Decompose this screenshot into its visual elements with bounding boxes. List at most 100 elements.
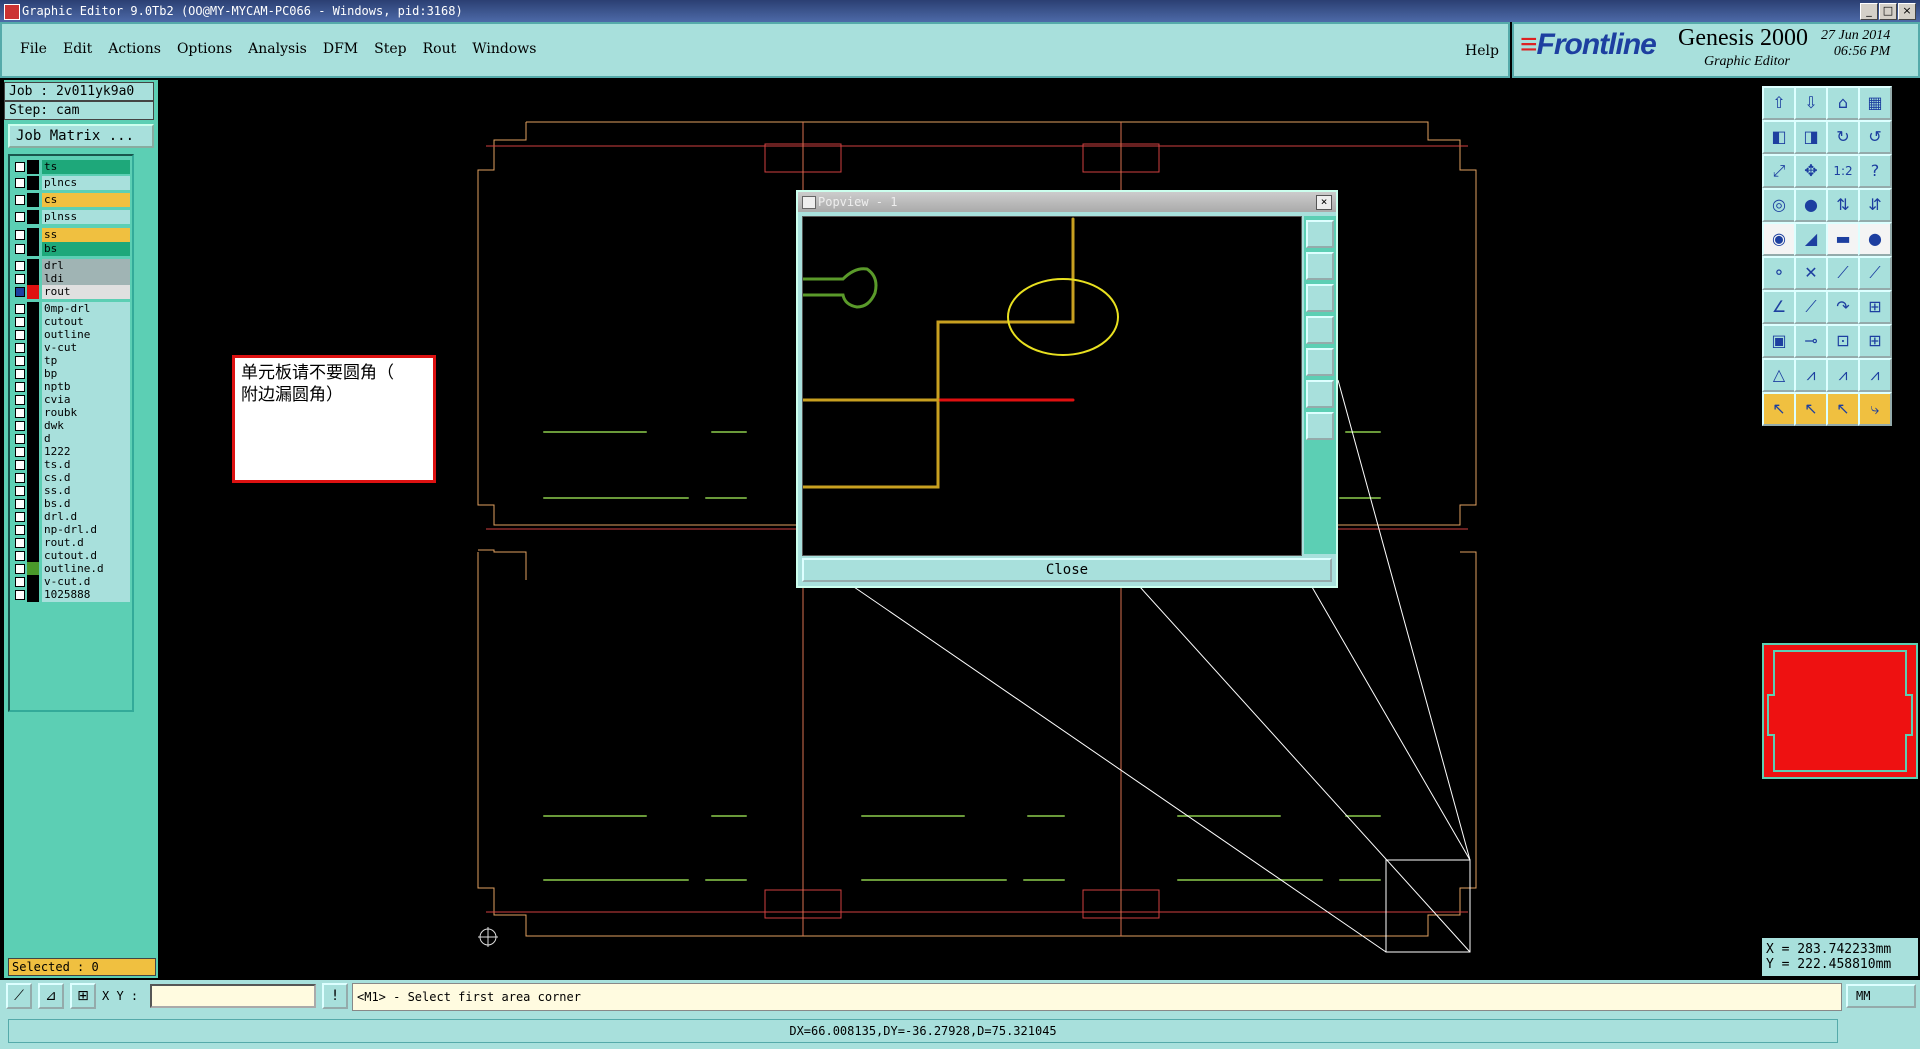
xy-input[interactable] — [150, 984, 316, 1008]
tool-home-icon[interactable]: ⌂ — [1826, 86, 1860, 120]
layer-name[interactable]: cs.d — [42, 471, 130, 485]
layer-color-swatch[interactable] — [27, 315, 39, 329]
maximize-button[interactable]: □ — [1879, 3, 1897, 20]
layer-row-rout[interactable]: rout — [12, 285, 130, 299]
popview-titlebar[interactable]: Popview - 1 × — [798, 192, 1336, 212]
layer-row-outline.d[interactable]: outline.d — [12, 562, 130, 576]
layer-checkbox[interactable] — [15, 382, 25, 392]
tool-route-icon[interactable]: ⤷ — [1858, 392, 1892, 426]
popview-pan-right-icon[interactable] — [1306, 348, 1334, 376]
layer-checkbox[interactable] — [15, 408, 25, 418]
popview-pan-up-icon[interactable] — [1306, 252, 1334, 280]
tool-box-icon[interactable]: ▣ — [1762, 324, 1796, 358]
layer-name[interactable]: d — [42, 432, 130, 446]
menu-dfm[interactable]: DFM — [323, 41, 358, 57]
layer-checkbox[interactable] — [15, 577, 25, 587]
layer-name[interactable]: cs — [42, 193, 130, 207]
tool-triangle-icon[interactable]: △ — [1762, 358, 1796, 392]
tool-zoom-center-icon[interactable]: ✥ — [1794, 154, 1828, 188]
layer-name[interactable]: bs.d — [42, 497, 130, 511]
layer-row-drl[interactable]: drl — [12, 259, 130, 273]
tool-draw-line-icon[interactable]: ⟋ — [1794, 290, 1828, 324]
layer-color-swatch[interactable] — [27, 419, 39, 433]
layer-row-nptb[interactable]: nptb — [12, 380, 130, 394]
overview-map[interactable] — [1762, 643, 1918, 779]
tool-node-icon[interactable]: ⚬ — [1762, 256, 1796, 290]
layer-name[interactable]: ldi — [42, 272, 130, 286]
minimize-button[interactable]: _ — [1860, 3, 1878, 20]
layer-color-swatch[interactable] — [27, 242, 39, 256]
layer-name[interactable]: 1222 — [42, 445, 130, 459]
tool-zoom-fit-icon[interactable]: ⤢ — [1762, 154, 1796, 188]
layer-name[interactable]: drl — [42, 259, 130, 273]
layer-color-swatch[interactable] — [27, 445, 39, 459]
layer-row-cvia[interactable]: cvia — [12, 393, 130, 407]
layer-checkbox[interactable] — [15, 460, 25, 470]
layer-row-1222[interactable]: 1222 — [12, 445, 130, 459]
tool-grid-icon[interactable]: ▦ — [1858, 86, 1892, 120]
layer-row-v-cut[interactable]: v-cut — [12, 341, 130, 355]
tool-angle-icon[interactable]: ∠ — [1762, 290, 1796, 324]
tool-pointer-icon[interactable]: ↖ — [1762, 392, 1796, 426]
layer-checkbox[interactable] — [15, 330, 25, 340]
layer-checkbox[interactable] — [15, 195, 25, 205]
tool-ruler-icon[interactable]: ▬ — [1826, 222, 1860, 256]
layer-color-swatch[interactable] — [27, 484, 39, 498]
layer-checkbox[interactable] — [15, 261, 25, 271]
layer-color-swatch[interactable] — [27, 549, 39, 563]
layer-checkbox[interactable] — [15, 434, 25, 444]
layer-checkbox[interactable] — [15, 356, 25, 366]
layer-color-swatch[interactable] — [27, 380, 39, 394]
layer-row-tp[interactable]: tp — [12, 354, 130, 368]
tool-arc-icon[interactable]: ↷ — [1826, 290, 1860, 324]
tool-peak3-icon[interactable]: ⩘ — [1858, 358, 1892, 392]
layer-name[interactable]: ss.d — [42, 484, 130, 498]
layer-color-swatch[interactable] — [27, 510, 39, 524]
layer-color-swatch[interactable] — [27, 210, 39, 224]
tool-layer-up-icon[interactable]: ⇧ — [1762, 86, 1796, 120]
layer-name[interactable]: outline.d — [42, 562, 130, 576]
tool-snap-icon[interactable]: ◎ — [1762, 188, 1796, 222]
tool-group-icon[interactable]: ⊞ — [1858, 324, 1892, 358]
layer-checkbox[interactable] — [15, 369, 25, 379]
layer-checkbox[interactable] — [15, 538, 25, 548]
layer-name[interactable]: 0mp-drl — [42, 302, 130, 316]
layer-checkbox[interactable] — [15, 525, 25, 535]
popview-canvas[interactable] — [801, 216, 1302, 556]
layer-row-cs[interactable]: cs — [12, 193, 130, 207]
tool-help-icon[interactable]: ? — [1858, 154, 1892, 188]
tool-peak2-icon[interactable]: ⩘ — [1826, 358, 1860, 392]
menu-options[interactable]: Options — [177, 41, 232, 57]
layer-name[interactable]: ts — [42, 160, 130, 174]
tool-measure-h-icon[interactable]: ⇵ — [1858, 188, 1892, 222]
layer-color-swatch[interactable] — [27, 536, 39, 550]
layer-checkbox[interactable] — [15, 395, 25, 405]
layer-name[interactable]: dwk — [42, 419, 130, 433]
tool-shape-icon[interactable]: ⊞ — [1858, 290, 1892, 324]
layer-row-bs[interactable]: bs — [12, 242, 130, 256]
layer-checkbox[interactable] — [15, 590, 25, 600]
layer-name[interactable]: cutout — [42, 315, 130, 329]
layer-name[interactable]: cvia — [42, 393, 130, 407]
layer-row-plncs[interactable]: plncs — [12, 176, 130, 190]
grid-icon[interactable]: ⊞ — [70, 983, 96, 1009]
tool-layer-down-icon[interactable]: ⇩ — [1794, 86, 1828, 120]
layer-name[interactable]: bp — [42, 367, 130, 381]
layer-color-swatch[interactable] — [27, 228, 39, 242]
tool-peak-icon[interactable]: ⩘ — [1794, 358, 1828, 392]
popview-pan-left-icon[interactable] — [1306, 316, 1334, 344]
layer-name[interactable]: nptb — [42, 380, 130, 394]
tool-zoom-ratio-icon[interactable]: 1:2 — [1826, 154, 1860, 188]
layer-checkbox[interactable] — [15, 317, 25, 327]
popview-close-button[interactable]: Close — [802, 558, 1332, 582]
layer-row-d[interactable]: d — [12, 432, 130, 446]
layer-row-cutout[interactable]: cutout — [12, 315, 130, 329]
layer-name[interactable]: rout — [42, 285, 130, 299]
tool-undo-icon[interactable]: ↺ — [1858, 120, 1892, 154]
layer-row-ldi[interactable]: ldi — [12, 272, 130, 286]
layer-color-swatch[interactable] — [27, 406, 39, 420]
menu-help[interactable]: Help — [1465, 43, 1499, 59]
menu-actions[interactable]: Actions — [108, 41, 161, 57]
layer-row-plnss[interactable]: plnss — [12, 210, 130, 224]
layer-color-swatch[interactable] — [27, 523, 39, 537]
